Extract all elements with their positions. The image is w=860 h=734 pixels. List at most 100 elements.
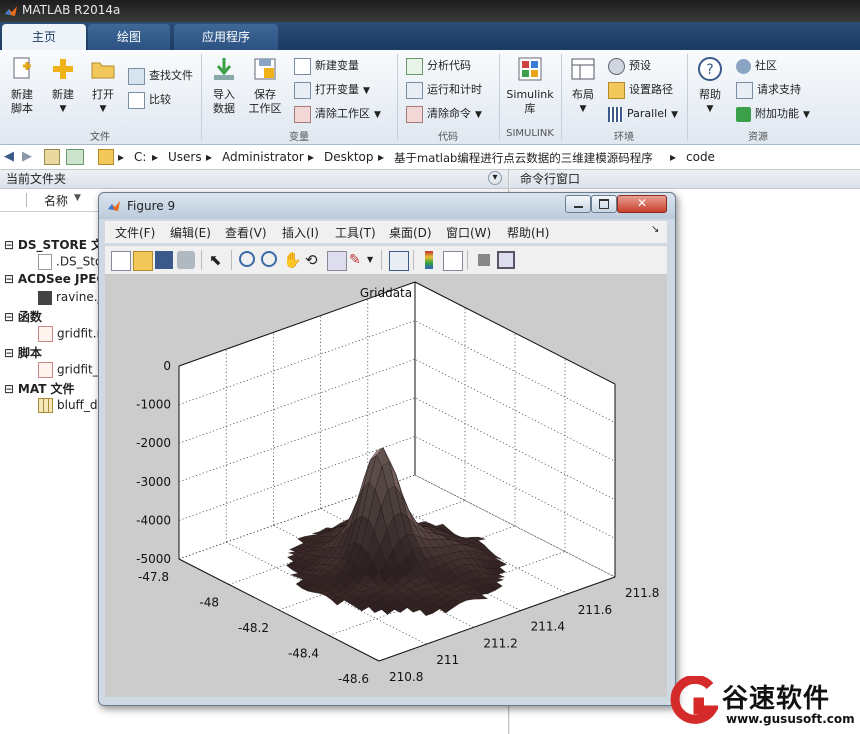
- z-tick-label: -4000: [136, 513, 171, 527]
- community-button[interactable]: 社区: [736, 56, 777, 76]
- minimize-button[interactable]: [565, 195, 591, 213]
- dock-arrow-icon[interactable]: ↘: [651, 224, 659, 235]
- save-icon[interactable]: [155, 251, 173, 269]
- brush-dropdown-icon[interactable]: ▼: [367, 255, 373, 264]
- maximize-button[interactable]: [591, 195, 617, 213]
- colorbar-icon[interactable]: [425, 251, 433, 269]
- panel-menu-icon[interactable]: ▾: [488, 171, 502, 185]
- sort-icon: ▼: [74, 193, 81, 203]
- breadcrumb-item[interactable]: 基于matlab编程进行点云数据的三维建模源码程序: [394, 150, 653, 166]
- rotate-3d-icon[interactable]: ⟲: [305, 251, 323, 269]
- brush-icon[interactable]: ✎: [349, 251, 367, 269]
- up-folder-icon[interactable]: [44, 149, 60, 165]
- tab-home[interactable]: 主页: [2, 24, 86, 50]
- y-tick-label: 211: [436, 653, 459, 667]
- breadcrumb-item[interactable]: Desktop: [324, 150, 374, 164]
- breadcrumb-item[interactable]: C:: [134, 150, 146, 164]
- current-folder-title: 当前文件夹: [6, 172, 67, 186]
- new-script-button[interactable]: 新建 脚本: [4, 56, 40, 116]
- compare-button[interactable]: 比较: [128, 90, 171, 110]
- run-and-time-button[interactable]: 运行和计时: [406, 80, 482, 100]
- data-cursor-icon[interactable]: [327, 251, 347, 271]
- addons-dropdown-icon: ▼: [803, 110, 810, 120]
- breadcrumb-item[interactable]: Users: [168, 150, 202, 164]
- new-button[interactable]: 新建 ▼: [46, 56, 80, 116]
- collapse-icon[interactable]: ⊟: [4, 310, 14, 324]
- tree-item[interactable]: gridfit.n: [38, 326, 104, 342]
- tree-item[interactable]: ravine.j: [38, 290, 101, 305]
- find-files-button[interactable]: 查找文件: [128, 66, 193, 86]
- tab-plots[interactable]: 绘图: [88, 24, 170, 50]
- tree-item[interactable]: gridfit_: [38, 362, 99, 378]
- open-file-icon[interactable]: [133, 251, 153, 271]
- legend-icon[interactable]: [443, 251, 463, 271]
- zoom-out-icon[interactable]: [261, 251, 277, 267]
- surface-plot[interactable]: Griddata 0 -1000 -2000 -3000 -4000 -5000 -47.8 -…: [105, 275, 667, 697]
- close-button[interactable]: ✕: [617, 195, 667, 213]
- help-button[interactable]: ? 帮助 ▼: [692, 56, 728, 116]
- new-label: 新建: [52, 88, 74, 101]
- zoom-in-icon[interactable]: [239, 251, 255, 267]
- tree-item[interactable]: bluff_d: [38, 398, 97, 413]
- layout-button[interactable]: 布局 ▼: [566, 56, 600, 116]
- minimize-icon: [573, 206, 583, 208]
- name-column-header[interactable]: 名称: [44, 192, 68, 209]
- pointer-icon[interactable]: ⬉: [209, 251, 227, 269]
- breadcrumb-item[interactable]: code: [686, 150, 715, 164]
- save-workspace-button[interactable]: 保存 工作区: [246, 56, 284, 116]
- menu-edit[interactable]: 编辑(E): [170, 224, 211, 241]
- collapse-icon[interactable]: ⊟: [4, 238, 14, 252]
- back-icon[interactable]: ◀: [4, 149, 14, 164]
- preferences-button[interactable]: 预设: [608, 56, 651, 76]
- tab-apps[interactable]: 应用程序: [174, 24, 278, 50]
- menu-window[interactable]: 窗口(W): [446, 224, 491, 241]
- parallel-button[interactable]: Parallel ▼: [608, 104, 678, 124]
- browse-folder-icon[interactable]: [66, 149, 84, 165]
- hide-plot-tools-icon[interactable]: [478, 254, 490, 266]
- menu-view[interactable]: 查看(V): [225, 224, 267, 241]
- import-data-button[interactable]: 导入 数据: [206, 56, 242, 116]
- clear-workspace-dropdown-icon: ▼: [374, 110, 381, 120]
- analyze-code-button[interactable]: 分析代码: [406, 56, 471, 76]
- collapse-icon[interactable]: ⊟: [4, 346, 14, 360]
- tree-group[interactable]: ⊟ 脚本: [4, 344, 42, 361]
- tree-item[interactable]: .DS_Sto: [38, 254, 102, 270]
- save-workspace-label: 保存 工作区: [248, 88, 282, 115]
- forward-icon[interactable]: ▶: [22, 149, 32, 164]
- clear-workspace-button[interactable]: 清除工作区 ▼: [294, 104, 381, 124]
- pan-hand-icon[interactable]: ✋: [283, 251, 302, 269]
- jpeg-icon: [38, 290, 52, 305]
- simulink-library-button[interactable]: Simulink 库: [504, 56, 556, 116]
- simulink-library-icon: [518, 57, 542, 81]
- current-folder-header: 当前文件夹 ▾: [0, 170, 508, 189]
- request-support-button[interactable]: 请求支持: [736, 80, 801, 100]
- community-icon: [736, 58, 751, 74]
- new-figure-icon[interactable]: [111, 251, 131, 271]
- breadcrumb-separator: ▸: [308, 150, 315, 164]
- collapse-icon[interactable]: ⊟: [4, 272, 14, 286]
- breadcrumb-item[interactable]: Administrator: [222, 150, 304, 164]
- clear-commands-button[interactable]: 清除命令 ▼: [406, 104, 482, 124]
- menu-desktop[interactable]: 桌面(D): [389, 224, 432, 241]
- tree-group-label: 脚本: [17, 346, 42, 360]
- open-variable-button[interactable]: 打开变量 ▼: [294, 80, 370, 100]
- set-path-button[interactable]: 设置路径: [608, 80, 673, 100]
- file-icon: [38, 254, 52, 270]
- menu-insert[interactable]: 插入(I): [282, 224, 319, 241]
- open-button[interactable]: 打开 ▼: [86, 56, 120, 116]
- addons-button[interactable]: 附加功能 ▼: [736, 104, 810, 124]
- tree-group[interactable]: ⊟ 函数: [4, 308, 42, 325]
- menu-file[interactable]: 文件(F): [115, 224, 155, 241]
- tree-group[interactable]: ⊟ MAT 文件: [4, 380, 75, 397]
- tree-group[interactable]: ⊟ ACDSee JPEG: [4, 272, 106, 286]
- print-icon[interactable]: [177, 251, 195, 269]
- plot-area[interactable]: Griddata 0 -1000 -2000 -3000 -4000 -5000 -47.8 -…: [105, 275, 667, 697]
- menu-tools[interactable]: 工具(T): [335, 224, 376, 241]
- menu-help[interactable]: 帮助(H): [507, 224, 549, 241]
- tree-group[interactable]: ⊟ DS_STORE 文: [4, 236, 103, 253]
- ribbon: 新建 脚本 新建 ▼ 打开 ▼ 查找文件 比较 文件 导入 数据 保存 工作区 …: [0, 50, 860, 145]
- show-plot-tools-icon[interactable]: [497, 251, 515, 269]
- collapse-icon[interactable]: ⊟: [4, 382, 14, 396]
- new-variable-button[interactable]: 新建变量: [294, 56, 359, 76]
- link-plot-icon[interactable]: [389, 251, 409, 271]
